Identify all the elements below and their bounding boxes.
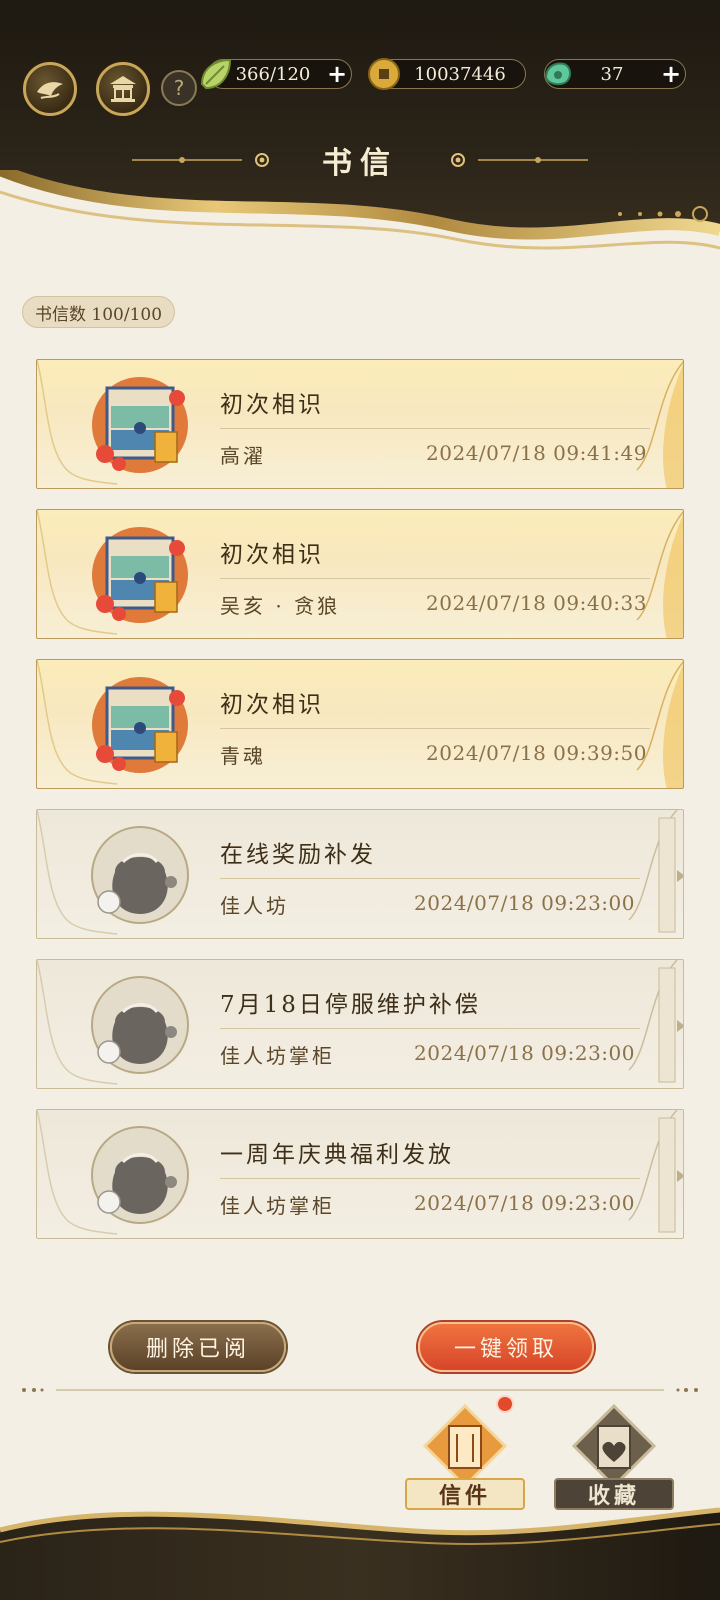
letter-time: 2024/07/18 09:39:50: [426, 741, 647, 765]
menu-button[interactable]: [23, 62, 77, 116]
letter-sender: 青魂: [220, 744, 266, 768]
letter-time: 2024/07/18 09:41:49: [426, 441, 647, 465]
wardrobe-chest-icon: [92, 527, 188, 623]
letter-item[interactable]: 7月18日停服维护补偿 佳人坊掌柜 2024/07/18 09:23:00: [36, 959, 684, 1089]
tab-favorites[interactable]: 收藏: [554, 1403, 674, 1514]
tab-mail[interactable]: 信件: [405, 1403, 525, 1514]
letter-item[interactable]: 初次相识 青魂 2024/07/18 09:39:50: [36, 659, 684, 789]
letter-subject: 初次相识: [220, 692, 324, 718]
question-mark-icon: ?: [173, 76, 185, 100]
letter-subject: 一周年庆典福利发放: [220, 1142, 454, 1168]
letter-item[interactable]: 一周年庆典福利发放 佳人坊掌柜 2024/07/18 09:23:00: [36, 1109, 684, 1239]
reward-pouch-icon: [91, 976, 189, 1074]
letter-item[interactable]: 初次相识 高濯 2024/07/18 09:41:49: [36, 359, 684, 489]
left-ornament-icon: [132, 153, 269, 167]
letter-time: 2024/07/18 09:23:00: [414, 1191, 635, 1215]
leaf-icon: [200, 58, 232, 90]
jade-plus-button[interactable]: +: [657, 60, 685, 88]
letter-time: 2024/07/18 09:40:33: [426, 591, 647, 615]
page-title: 书信: [322, 146, 398, 181]
tab-favorites-label: 收藏: [554, 1478, 674, 1510]
coin-icon: [368, 58, 400, 90]
letter-sender: 佳人坊: [220, 894, 289, 918]
wardrobe-chest-icon: [92, 377, 188, 473]
letter-item[interactable]: 初次相识 吴亥 · 贪狼 2024/07/18 09:40:33: [36, 509, 684, 639]
letter-sender: 吴亥 · 贪狼: [220, 594, 341, 618]
letter-sender: 佳人坊掌柜: [220, 1044, 335, 1068]
help-button[interactable]: ?: [161, 70, 197, 106]
jade-icon: [544, 62, 572, 86]
letter-subject: 7月18日停服维护补偿: [220, 992, 481, 1018]
letter-divider: [220, 1028, 640, 1029]
reward-pouch-icon: [91, 826, 189, 924]
tab-mail-label: 信件: [405, 1478, 525, 1510]
letter-time: 2024/07/18 09:23:00: [414, 1041, 635, 1065]
letter-item[interactable]: 在线奖励补发 佳人坊 2024/07/18 09:23:00: [36, 809, 684, 939]
letter-subject: 在线奖励补发: [220, 842, 376, 868]
letter-subject: 初次相识: [220, 542, 324, 568]
top-bar: ? 366/120 + 10037446 37 + 书信: [0, 0, 720, 260]
reward-pouch-icon: [91, 1126, 189, 1224]
right-ornament-icon: [451, 153, 588, 167]
heart-tab-icon: [571, 1403, 657, 1489]
stamina-plus-button[interactable]: +: [323, 60, 351, 88]
footer-divider: [22, 1388, 698, 1392]
claim-all-button[interactable]: 一键领取: [418, 1322, 594, 1372]
letter-subject: 初次相识: [220, 392, 324, 418]
letter-time: 2024/07/18 09:23:00: [414, 891, 635, 915]
letter-count: 书信数 100/100: [22, 296, 176, 328]
letter-divider: [220, 1178, 640, 1179]
pavilion-icon: [110, 76, 136, 102]
letter-divider: [220, 878, 640, 879]
header-gold-wave: [0, 170, 720, 260]
title-row: 书信: [0, 140, 720, 181]
home-button[interactable]: [96, 62, 150, 116]
phoenix-emblem-icon: [37, 82, 63, 99]
wardrobe-chest-icon: [92, 677, 188, 773]
letter-sender: 高濯: [220, 444, 266, 468]
delete-read-button[interactable]: 删除已阅: [110, 1322, 286, 1372]
letter-divider: [220, 578, 650, 579]
envelope-tab-icon: [422, 1403, 508, 1489]
letter-sender: 佳人坊掌柜: [220, 1194, 335, 1218]
letter-divider: [220, 428, 650, 429]
letter-divider: [220, 728, 650, 729]
